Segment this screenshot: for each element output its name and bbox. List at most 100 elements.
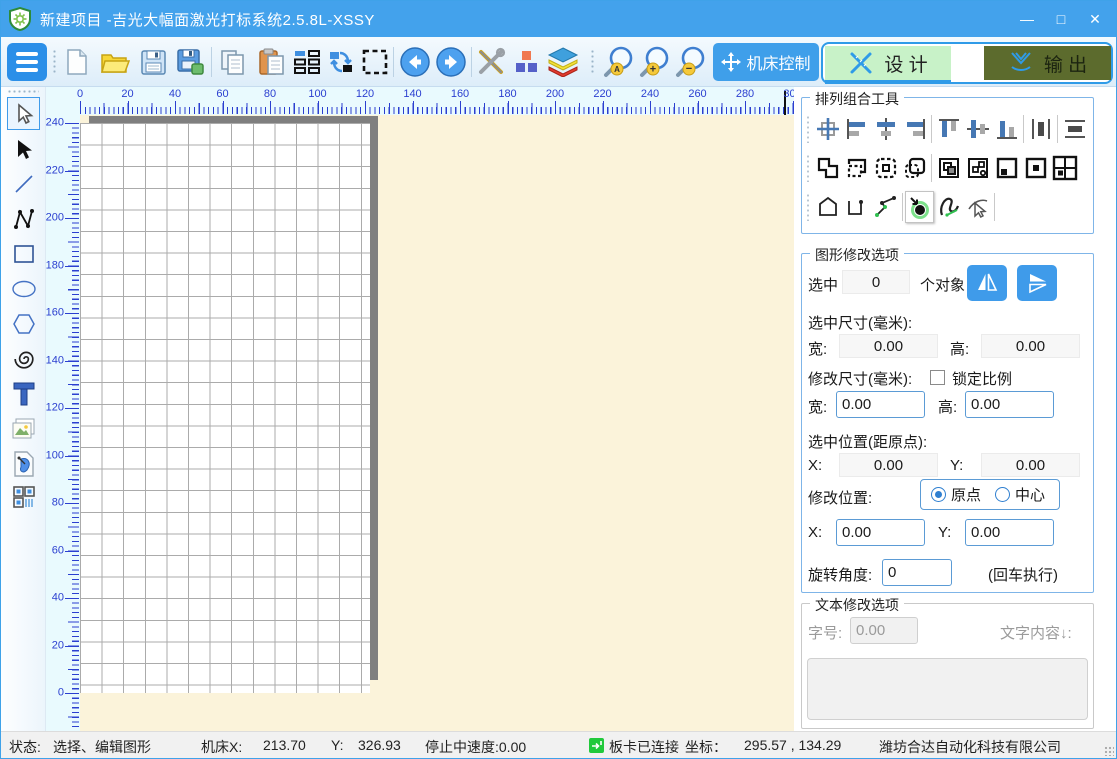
arrange-tools-title: 排列组合工具 bbox=[810, 89, 904, 109]
svg-text:−: − bbox=[686, 63, 692, 75]
add-node-button[interactable] bbox=[905, 191, 934, 223]
ruler-label: 80 bbox=[264, 88, 276, 100]
freehand-curve-button[interactable] bbox=[934, 191, 963, 223]
space-equal-v-button[interactable] bbox=[1060, 113, 1089, 145]
save-as-icon bbox=[177, 49, 205, 76]
resize-grip[interactable] bbox=[1104, 746, 1114, 756]
rectangle-tool-button[interactable] bbox=[7, 237, 40, 270]
open-polygon-button[interactable] bbox=[842, 191, 871, 223]
zoom-out-button[interactable]: − bbox=[673, 44, 709, 80]
regroup-button[interactable] bbox=[900, 152, 929, 184]
modify-y-input[interactable] bbox=[965, 519, 1054, 546]
ruler-tick bbox=[365, 101, 366, 114]
save-as-button[interactable] bbox=[173, 44, 209, 80]
ruler-label: 280 bbox=[736, 88, 754, 100]
origin-grid-button[interactable] bbox=[1050, 152, 1079, 184]
polygon-tool-button[interactable] bbox=[7, 307, 40, 340]
array-tool-button[interactable] bbox=[7, 480, 40, 513]
minimize-button[interactable]: — bbox=[1010, 5, 1044, 33]
spiral-icon bbox=[12, 347, 36, 371]
text-tool-button[interactable] bbox=[7, 377, 40, 410]
modify-width-input[interactable] bbox=[836, 391, 925, 418]
line-tool-button[interactable] bbox=[7, 167, 40, 200]
ruler-tick bbox=[555, 101, 556, 114]
settings-tools-button[interactable] bbox=[473, 44, 509, 80]
polyline-tool-button[interactable] bbox=[7, 202, 40, 235]
array-copy-button[interactable] bbox=[291, 44, 323, 80]
copy-button[interactable] bbox=[215, 44, 251, 80]
align-bottom-button[interactable] bbox=[992, 113, 1021, 145]
ruler-ticks bbox=[72, 123, 79, 727]
center-radio[interactable]: 中心 bbox=[995, 484, 1045, 505]
selected-x-field: 0.00 bbox=[839, 453, 938, 477]
menu-button[interactable] bbox=[7, 43, 47, 81]
ruler-tick bbox=[80, 101, 81, 114]
polygon-icon bbox=[12, 312, 36, 336]
align-center-both-button[interactable] bbox=[813, 113, 842, 145]
work-area-right-edge bbox=[370, 116, 378, 680]
tab-design-label: 设 计 bbox=[884, 50, 927, 77]
work-area-grid[interactable] bbox=[80, 123, 370, 693]
space-equal-h-button[interactable] bbox=[1026, 113, 1055, 145]
selected-width-field: 0.00 bbox=[839, 334, 938, 358]
ellipse-tool-button[interactable] bbox=[7, 272, 40, 305]
select-tool-button[interactable] bbox=[7, 97, 40, 130]
image-tool-button[interactable] bbox=[7, 412, 40, 445]
modify-x-input[interactable] bbox=[836, 519, 925, 546]
position-mode-radio-group: 原点 中心 bbox=[920, 479, 1060, 510]
group-button[interactable] bbox=[842, 152, 871, 184]
origin-center-button[interactable] bbox=[1021, 152, 1050, 184]
status-value: 选择、编辑图形 bbox=[53, 737, 151, 757]
group-tool-row bbox=[806, 151, 1079, 185]
align-top-button[interactable] bbox=[934, 113, 963, 145]
ruler-label: 160 bbox=[451, 88, 469, 100]
vector-file-tool-button[interactable] bbox=[7, 447, 40, 480]
new-file-button[interactable] bbox=[59, 44, 95, 80]
drawing-canvas[interactable] bbox=[80, 115, 794, 731]
origin-corner-button[interactable] bbox=[992, 152, 1021, 184]
marquee-select-button[interactable] bbox=[357, 44, 393, 80]
modify-height-input[interactable] bbox=[965, 391, 1054, 418]
save-button[interactable] bbox=[135, 44, 171, 80]
new-file-icon bbox=[64, 48, 90, 76]
open-file-button[interactable] bbox=[97, 44, 133, 80]
ungroup-button[interactable] bbox=[871, 152, 900, 184]
shape-modify-group: 图形修改选项 选中 0 个对象 选中尺寸(毫米): 宽: 0.00 高: 0.0… bbox=[801, 253, 1094, 593]
select-curve-button[interactable] bbox=[963, 191, 992, 223]
zoom-in-icon: + bbox=[638, 45, 672, 79]
align-middle-button[interactable] bbox=[963, 113, 992, 145]
layers-button[interactable] bbox=[545, 44, 581, 80]
flip-vertical-button[interactable] bbox=[1017, 265, 1057, 301]
align-right-button[interactable] bbox=[900, 113, 929, 145]
combine-button[interactable] bbox=[934, 152, 963, 184]
weld-shapes-button[interactable] bbox=[813, 152, 842, 184]
origin-radio[interactable]: 原点 bbox=[931, 484, 981, 505]
lock-ratio-checkbox[interactable] bbox=[930, 370, 945, 385]
node-tool-row bbox=[806, 190, 997, 224]
machine-x-value: 213.70 bbox=[263, 737, 306, 753]
back-button[interactable] bbox=[397, 44, 433, 80]
rotate-angle-input[interactable] bbox=[882, 559, 952, 586]
maximize-button[interactable]: □ bbox=[1044, 5, 1078, 33]
paste-button[interactable] bbox=[253, 44, 289, 80]
zoom-in-button[interactable]: + bbox=[637, 44, 673, 80]
spiral-tool-button[interactable] bbox=[7, 342, 40, 375]
row-separator bbox=[931, 115, 932, 143]
align-center-h-button[interactable] bbox=[871, 113, 900, 145]
tab-output[interactable]: 输 出 bbox=[984, 46, 1111, 80]
edit-nodes-button[interactable] bbox=[871, 191, 900, 223]
transform-rotate-button[interactable] bbox=[323, 44, 359, 80]
flip-horizontal-button[interactable] bbox=[967, 265, 1007, 301]
blocks-button[interactable] bbox=[509, 44, 545, 80]
pick-tool-button[interactable] bbox=[7, 132, 40, 165]
align-left-button[interactable] bbox=[842, 113, 871, 145]
break-apart-button[interactable] bbox=[963, 152, 992, 184]
flip-vertical-icon bbox=[1025, 271, 1049, 295]
width-label: 宽: bbox=[808, 396, 827, 417]
machine-control-button[interactable]: 机床控制 bbox=[713, 43, 819, 81]
forward-button[interactable] bbox=[433, 44, 469, 80]
close-button[interactable]: ✕ bbox=[1078, 5, 1112, 33]
tab-design[interactable]: 设 计 bbox=[825, 46, 951, 80]
zoom-fit-button[interactable]: A bbox=[599, 44, 639, 80]
close-polygon-button[interactable] bbox=[813, 191, 842, 223]
